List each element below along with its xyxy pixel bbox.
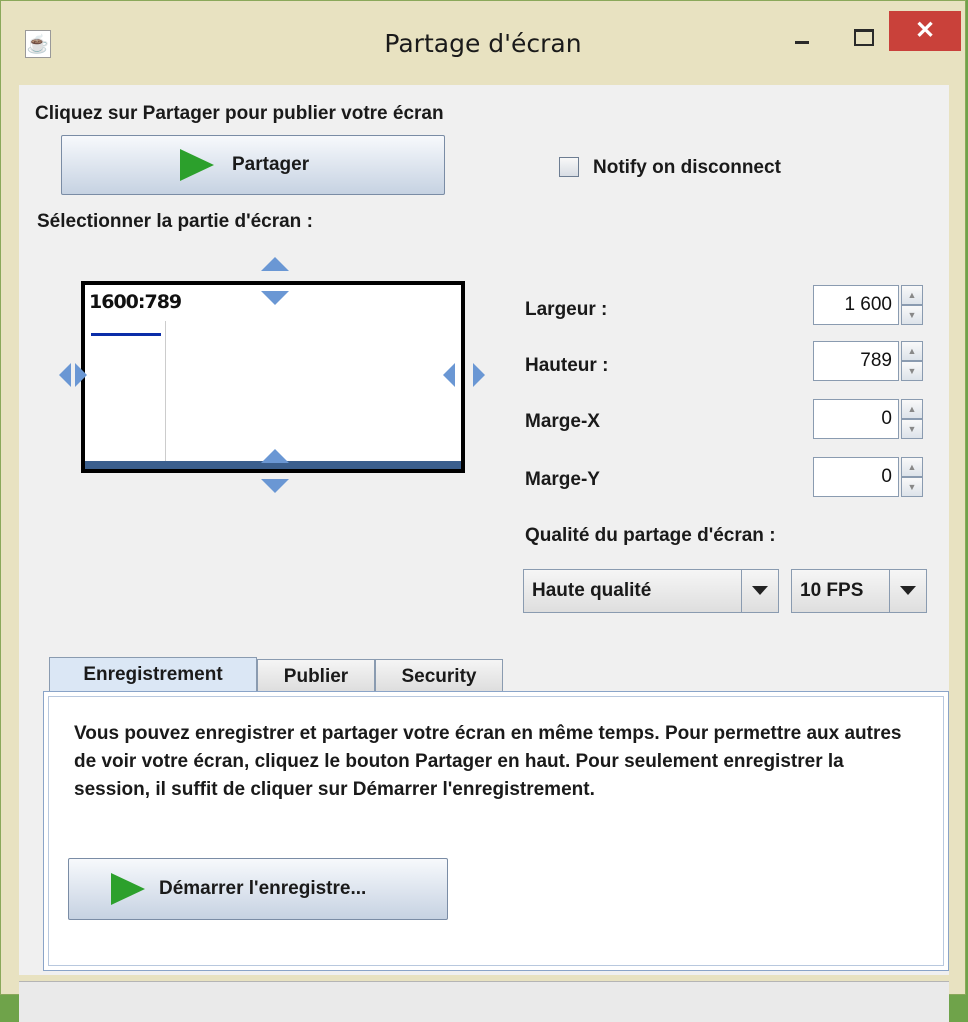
marginy-increment-icon[interactable]: ▲	[901, 457, 923, 477]
minimize-button[interactable]	[777, 15, 825, 59]
share-button[interactable]: Partager	[61, 135, 445, 195]
preview-screen: 1600:789	[85, 285, 461, 469]
marginx-decrement-icon[interactable]: ▼	[901, 419, 923, 439]
marginy-input[interactable]: 0	[813, 457, 899, 497]
close-button[interactable]: ✕	[889, 11, 961, 51]
quality-select-value: Haute qualité	[532, 580, 652, 601]
bottom-edge-up-arrow-icon[interactable]	[261, 449, 289, 463]
width-increment-icon[interactable]: ▲	[901, 285, 923, 305]
play-icon	[180, 149, 214, 181]
marginy-spinner[interactable]: 0 ▲ ▼	[813, 457, 925, 497]
share-button-label: Partager	[232, 154, 310, 175]
marginx-spinner[interactable]: 0 ▲ ▼	[813, 399, 925, 439]
region-coordinates: 1600:789	[89, 291, 182, 313]
play-icon	[111, 873, 145, 905]
tab-publier[interactable]: Publier	[257, 659, 375, 693]
fps-select[interactable]: 10 FPS	[791, 569, 927, 613]
marginx-increment-icon[interactable]: ▲	[901, 399, 923, 419]
notify-label: Notify on disconnect	[593, 157, 781, 178]
chevron-down-icon[interactable]	[889, 570, 926, 612]
marginx-input[interactable]: 0	[813, 399, 899, 439]
marginx-label: Marge-X	[525, 411, 600, 432]
top-edge-up-arrow-icon[interactable]	[261, 257, 289, 271]
title-bar[interactable]: ☕ Partage d'écran ✕	[1, 1, 965, 85]
chevron-down-icon[interactable]	[741, 570, 778, 612]
bottom-edge-down-arrow-icon[interactable]	[261, 479, 289, 493]
right-edge-right-arrow-icon[interactable]	[473, 363, 485, 387]
preview-sidebar	[87, 321, 166, 461]
start-recording-label: Démarrer l'enregistre...	[159, 878, 367, 899]
recording-tab-panel: Vous pouvez enregistrer et partager votr…	[43, 691, 949, 971]
quality-select[interactable]: Haute qualité	[523, 569, 779, 613]
status-bar	[19, 981, 949, 1022]
top-edge-down-arrow-icon[interactable]	[261, 291, 289, 305]
maximize-button[interactable]	[839, 15, 887, 59]
left-edge-right-arrow-icon[interactable]	[75, 363, 87, 387]
height-spinner[interactable]: 789 ▲ ▼	[813, 341, 925, 381]
width-spinner[interactable]: 1 600 ▲ ▼	[813, 285, 925, 325]
height-decrement-icon[interactable]: ▼	[901, 361, 923, 381]
recording-description: Vous pouvez enregistrer et partager votr…	[74, 723, 902, 800]
share-instruction: Cliquez sur Partager pour publier votre …	[35, 103, 444, 124]
region-label: Sélectionner la partie d'écran :	[37, 211, 313, 232]
screen-share-window: ☕ Partage d'écran ✕ Cliquez sur Partager…	[0, 0, 966, 1022]
tab-enregistrement[interactable]: Enregistrement	[49, 657, 257, 693]
start-recording-button[interactable]: Démarrer l'enregistre...	[68, 858, 448, 920]
width-input[interactable]: 1 600	[813, 285, 899, 325]
width-label: Largeur :	[525, 299, 608, 320]
height-increment-icon[interactable]: ▲	[901, 341, 923, 361]
marginy-label: Marge-Y	[525, 469, 600, 490]
height-label: Hauteur :	[525, 355, 609, 376]
content-pane: Cliquez sur Partager pour publier votre …	[19, 85, 949, 1022]
height-input[interactable]: 789	[813, 341, 899, 381]
marginy-decrement-icon[interactable]: ▼	[901, 477, 923, 497]
tab-security[interactable]: Security	[375, 659, 503, 693]
left-edge-left-arrow-icon[interactable]	[59, 363, 71, 387]
quality-label: Qualité du partage d'écran :	[525, 525, 776, 546]
screen-region-preview[interactable]: 1600:789	[81, 281, 465, 473]
right-edge-left-arrow-icon[interactable]	[443, 363, 455, 387]
width-decrement-icon[interactable]: ▼	[901, 305, 923, 325]
fps-select-value: 10 FPS	[800, 580, 864, 601]
notify-checkbox[interactable]	[559, 157, 579, 177]
